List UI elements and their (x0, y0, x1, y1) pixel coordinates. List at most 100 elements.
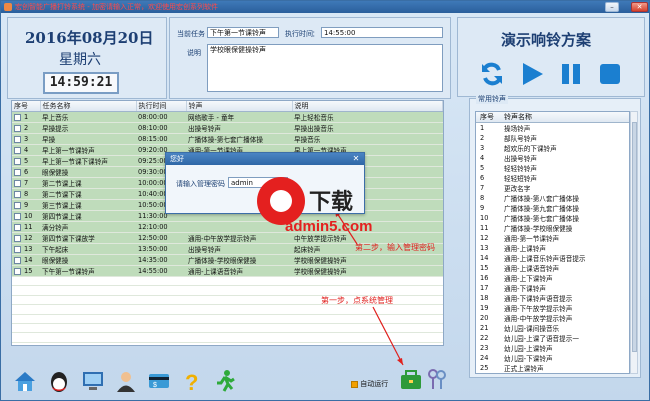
bell-list-item[interactable]: 13 通用-上课铃声 (476, 243, 629, 253)
bell-list-item[interactable]: 4 出操号铃声 (476, 153, 629, 163)
col-bell[interactable]: 铃声 (186, 101, 293, 112)
bell-col-name[interactable]: 铃声名称 (500, 112, 629, 123)
plan-title: 演示响铃方案 (501, 31, 592, 49)
scrollbar-thumb[interactable] (632, 122, 637, 352)
pause-icon[interactable] (558, 61, 584, 87)
row-task-name: 第二节课下课 (40, 188, 136, 200)
exec-time-field[interactable]: 14:55:00 (321, 27, 443, 38)
qq-icon[interactable] (47, 369, 71, 393)
bell-list-item[interactable]: 1 操场铃声 (476, 123, 629, 133)
schedule-row[interactable]: 1 早上音乐 08:00:00 网络歌手 - 童年 早上轻松音乐 (12, 111, 443, 123)
row-checkbox[interactable] (14, 190, 21, 198)
row-checkbox[interactable] (14, 256, 21, 264)
password-label: 请输入管理密码 (176, 180, 225, 188)
help-icon[interactable]: ? (180, 369, 204, 395)
row-note: 早操出操音乐 (292, 122, 443, 134)
minimize-button[interactable]: – (605, 2, 619, 12)
bell-list-item[interactable]: 15 通用-上课语音铃声 (476, 263, 629, 273)
refresh-icon[interactable] (479, 61, 505, 87)
bell-item-name: 通用-中午放学提示铃声 (504, 315, 573, 323)
bell-list-item[interactable]: 18 通用-下课铃声语音提示 (476, 293, 629, 303)
bell-list-item[interactable]: 17 通用-下课铃声 (476, 283, 629, 293)
close-button[interactable]: ✕ (631, 2, 648, 12)
col-no[interactable]: 序号 (12, 101, 41, 112)
bell-list-item[interactable]: 5 轻轻铃铃声 (476, 163, 629, 173)
row-checkbox[interactable] (14, 124, 21, 132)
row-no: 14 (12, 254, 40, 266)
bell-list-item[interactable]: 3 超欢乐的下课铃声 (476, 143, 629, 153)
bell-list-item[interactable]: 20 通用-中午放学提示铃声 (476, 313, 629, 323)
row-checkbox[interactable] (14, 146, 21, 154)
bell-list-item[interactable]: 25 正式上课铃声 (476, 363, 629, 373)
row-checkbox[interactable] (14, 245, 21, 253)
step2-annotation: 第二步，输入管理密码 (355, 243, 435, 252)
home-icon[interactable] (13, 369, 37, 393)
empty-cell (40, 285, 136, 296)
row-no-label: 4 (24, 146, 29, 154)
bell-list-item[interactable]: 14 通用-上课音乐铃声语音提示 (476, 253, 629, 263)
card-icon[interactable]: $ (147, 369, 171, 393)
empty-row (12, 276, 443, 287)
bell-list[interactable]: 序号 铃声名称 1 操场铃声 2 部队号铃声 3 超欢乐的下课铃声 4 出操号铃声 5 轻轻铃铃声… (475, 111, 630, 374)
bell-list-item[interactable]: 21 幼儿园-课间操音乐 (476, 323, 629, 333)
stop-icon[interactable] (597, 61, 623, 87)
schedule-row[interactable]: 3 早操 08:15:00 广播体操-第七套广播体操 早操音乐 (12, 133, 443, 145)
row-checkbox[interactable] (14, 157, 21, 165)
row-checkbox[interactable] (14, 234, 21, 242)
schedule-row[interactable]: 15 下午第一节课铃声 14:55:00 通用-上课语音铃声 学校眼保健操铃声 (12, 265, 443, 277)
bell-list-item[interactable]: 16 通用-上下课铃声 (476, 273, 629, 283)
row-checkbox[interactable] (14, 113, 21, 121)
row-task-name: 早操提示 (40, 122, 136, 134)
bell-list-item[interactable]: 10 广播体操-第七套广播体操 (476, 213, 629, 223)
autorun-check-icon[interactable] (351, 380, 358, 388)
bell-list-scrollbar[interactable] (630, 111, 638, 374)
keys-icon[interactable] (425, 367, 449, 391)
schedule-row[interactable]: 2 早操提示 08:10:00 出操号铃声 早操出操音乐 (12, 122, 443, 134)
current-task-field[interactable]: 下午第一节课铃声 (207, 27, 279, 38)
autorun-checkbox[interactable]: 自动运行 (351, 379, 388, 389)
row-checkbox[interactable] (14, 267, 21, 275)
row-no-label: 15 (24, 267, 33, 275)
col-note[interactable]: 说明 (292, 101, 443, 112)
bell-list-item[interactable]: 8 广播体操-第八套广播体操 (476, 193, 629, 203)
exit-icon[interactable] (213, 369, 237, 393)
bell-list-item[interactable]: 19 通用-下午放学提示铃声 (476, 303, 629, 313)
date-display: 2016年08月20日 (25, 29, 154, 47)
bell-list-group: 常用铃声 序号 铃声名称 1 操场铃声 2 部队号铃声 3 超欢乐的下课铃声 4 出操号铃声 5… (469, 94, 641, 378)
bell-list-item[interactable]: 24 幼儿园-下课铃声 (476, 353, 629, 363)
row-checkbox[interactable] (14, 135, 21, 143)
note-field[interactable]: 学校眼保健操铃声 (207, 44, 443, 92)
bell-list-item[interactable]: 6 轻轻短铃声 (476, 173, 629, 183)
system-manage-icon[interactable] (399, 367, 423, 391)
users-icon[interactable] (114, 369, 138, 393)
bell-item-name: 通用-下课铃声语音提示 (504, 295, 573, 303)
bell-item-name: 幼儿园-课间操音乐 (504, 325, 560, 333)
play-icon[interactable] (519, 61, 545, 87)
bell-list-item[interactable]: 23 幼儿园-上课铃声 (476, 343, 629, 353)
row-checkbox[interactable] (14, 223, 21, 231)
bell-list-item[interactable]: 9 广播体操-第九套广播体操 (476, 203, 629, 213)
row-no: 7 (12, 177, 40, 189)
monitor-icon[interactable] (81, 369, 105, 393)
bell-list-item[interactable]: 11 广播体操-学校眼保健操 (476, 223, 629, 233)
bell-list-item[interactable]: 7 更改名字 (476, 183, 629, 193)
row-task-name: 眼保健操 (40, 254, 136, 266)
row-note: 学校眼保健操铃声 (292, 254, 443, 266)
row-checkbox[interactable] (14, 168, 21, 176)
col-task-name[interactable]: 任务名称 (40, 101, 137, 112)
bell-list-item[interactable]: 12 通用-第一节课铃声 (476, 233, 629, 243)
row-no-label: 11 (24, 223, 33, 231)
row-no-label: 5 (24, 157, 29, 165)
empty-cell (40, 276, 136, 287)
col-exec-time[interactable]: 执行时间 (136, 101, 187, 112)
row-no: 13 (12, 243, 40, 255)
row-checkbox[interactable] (14, 212, 21, 220)
bell-col-no[interactable]: 序号 (476, 112, 500, 123)
bell-list-item[interactable]: 2 部队号铃声 (476, 133, 629, 143)
bell-item-name: 通用-下课铃声 (504, 285, 546, 293)
row-checkbox[interactable] (14, 201, 21, 209)
schedule-row[interactable]: 14 眼保健操 14:35:00 广播体操-学校眼保健操 学校眼保健操铃声 (12, 254, 443, 266)
bell-list-item[interactable]: 22 幼儿园-上课了语音提示一 (476, 333, 629, 343)
row-checkbox[interactable] (14, 179, 21, 187)
dialog-close-button[interactable]: ✕ (351, 154, 361, 164)
